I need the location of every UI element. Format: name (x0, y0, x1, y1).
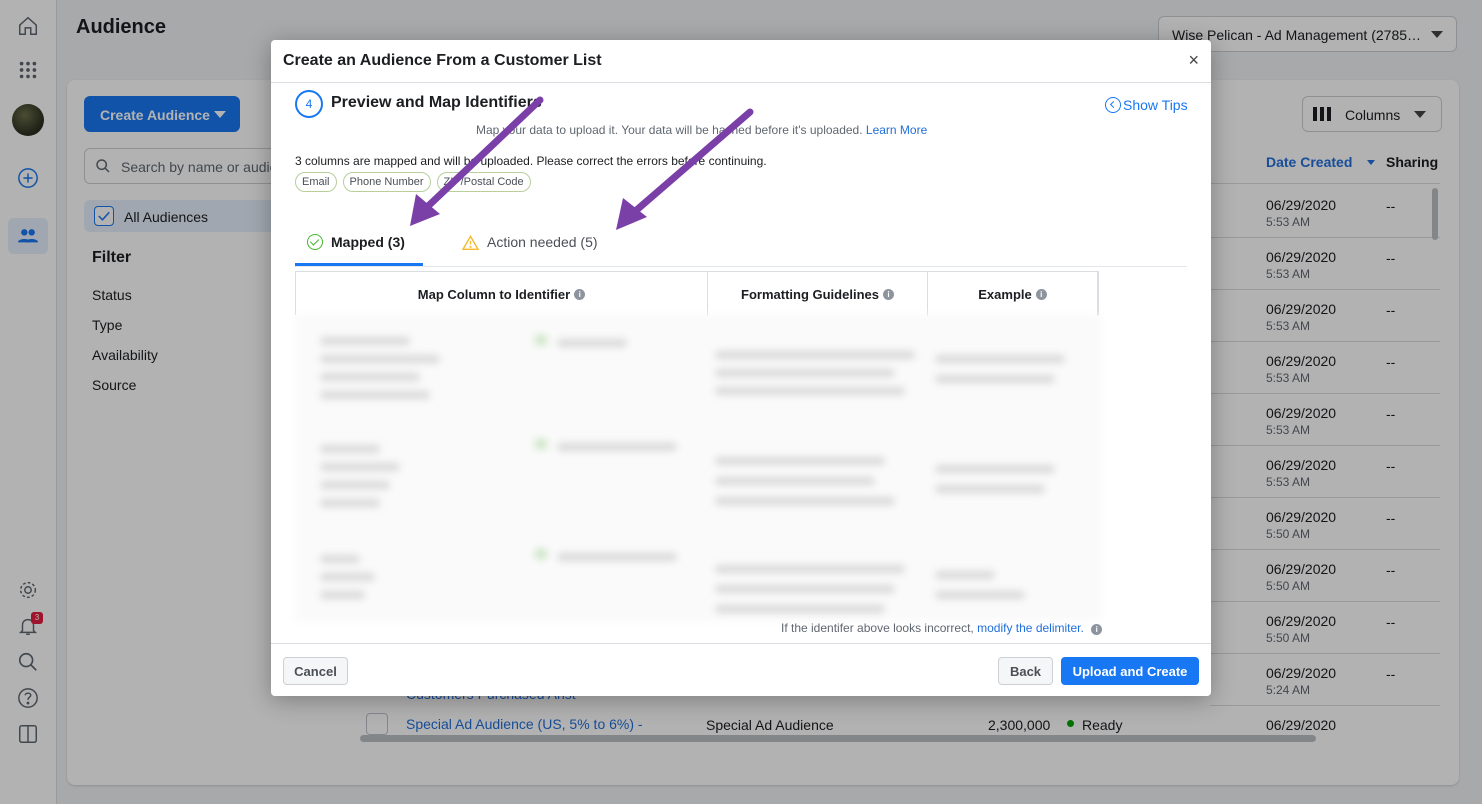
mapped-message: 3 columns are mapped and will be uploade… (295, 154, 767, 168)
info-icon[interactable]: i (1091, 624, 1103, 635)
chip-phone-number: Phone Number (342, 172, 431, 192)
chip-email: Email (295, 172, 337, 192)
upload-label: Upload and Create (1072, 663, 1188, 679)
modal-title: Create an Audience From a Customer List (283, 52, 602, 69)
mapping-table-header: Map Column to Identifier i Formatting Gui… (295, 271, 1099, 316)
map-column-header: Map Column to Identifier i (296, 272, 708, 316)
step-title: Preview and Map Identifiers (331, 94, 542, 111)
info-icon[interactable]: i (574, 288, 586, 300)
modal-footer-divider (271, 643, 1211, 644)
create-audience-modal: Create an Audience From a Customer List … (271, 40, 1211, 696)
tabs-divider (295, 266, 1187, 267)
show-tips-link[interactable]: Show Tips (1105, 97, 1188, 113)
info-icon[interactable]: i (882, 288, 894, 300)
blurred-mapping-rows (295, 315, 1101, 621)
tab-action-needed[interactable]: Action needed (5) (462, 234, 598, 250)
info-icon[interactable]: i (1035, 288, 1047, 300)
tab-mapped[interactable]: Mapped (3) (307, 234, 405, 250)
upload-and-create-button[interactable]: Upload and Create (1061, 657, 1199, 685)
back-label: Back (1009, 663, 1042, 679)
learn-more-link[interactable]: Learn More (866, 123, 927, 137)
identifier-chips: Email Phone Number ZIP/Postal Code (295, 172, 531, 192)
step-subtitle-text: Map your data to upload it. Your data wi… (476, 123, 863, 137)
cancel-label: Cancel (294, 663, 337, 679)
example-label: Example (978, 286, 1032, 302)
chip-zip-postal-code: ZIP/Postal Code (436, 172, 531, 192)
modal-header-divider (271, 82, 1211, 83)
formatting-label: Formatting Guidelines (741, 286, 879, 302)
delimiter-note: If the identifer above looks incorrect, … (781, 621, 1103, 635)
show-tips-label: Show Tips (1123, 97, 1188, 113)
check-circle-icon (307, 234, 323, 250)
warning-icon (462, 234, 479, 250)
close-icon[interactable]: × (1188, 51, 1199, 69)
map-column-label: Map Column to Identifier (417, 286, 571, 302)
step-number: 4 (295, 90, 323, 118)
cancel-button[interactable]: Cancel (283, 657, 348, 685)
back-button[interactable]: Back (998, 657, 1053, 685)
example-header: Example i (928, 272, 1098, 316)
step-subtitle: Map your data to upload it. Your data wi… (476, 123, 927, 137)
tab-action-needed-label: Action needed (5) (487, 234, 598, 250)
tab-mapped-label: Mapped (3) (331, 234, 405, 250)
modify-delimiter-link[interactable]: modify the delimiter. (977, 621, 1084, 635)
chevron-left-circle-icon (1105, 97, 1121, 113)
delimiter-note-text: If the identifer above looks incorrect, (781, 621, 974, 635)
formatting-header: Formatting Guidelines i (708, 272, 928, 316)
